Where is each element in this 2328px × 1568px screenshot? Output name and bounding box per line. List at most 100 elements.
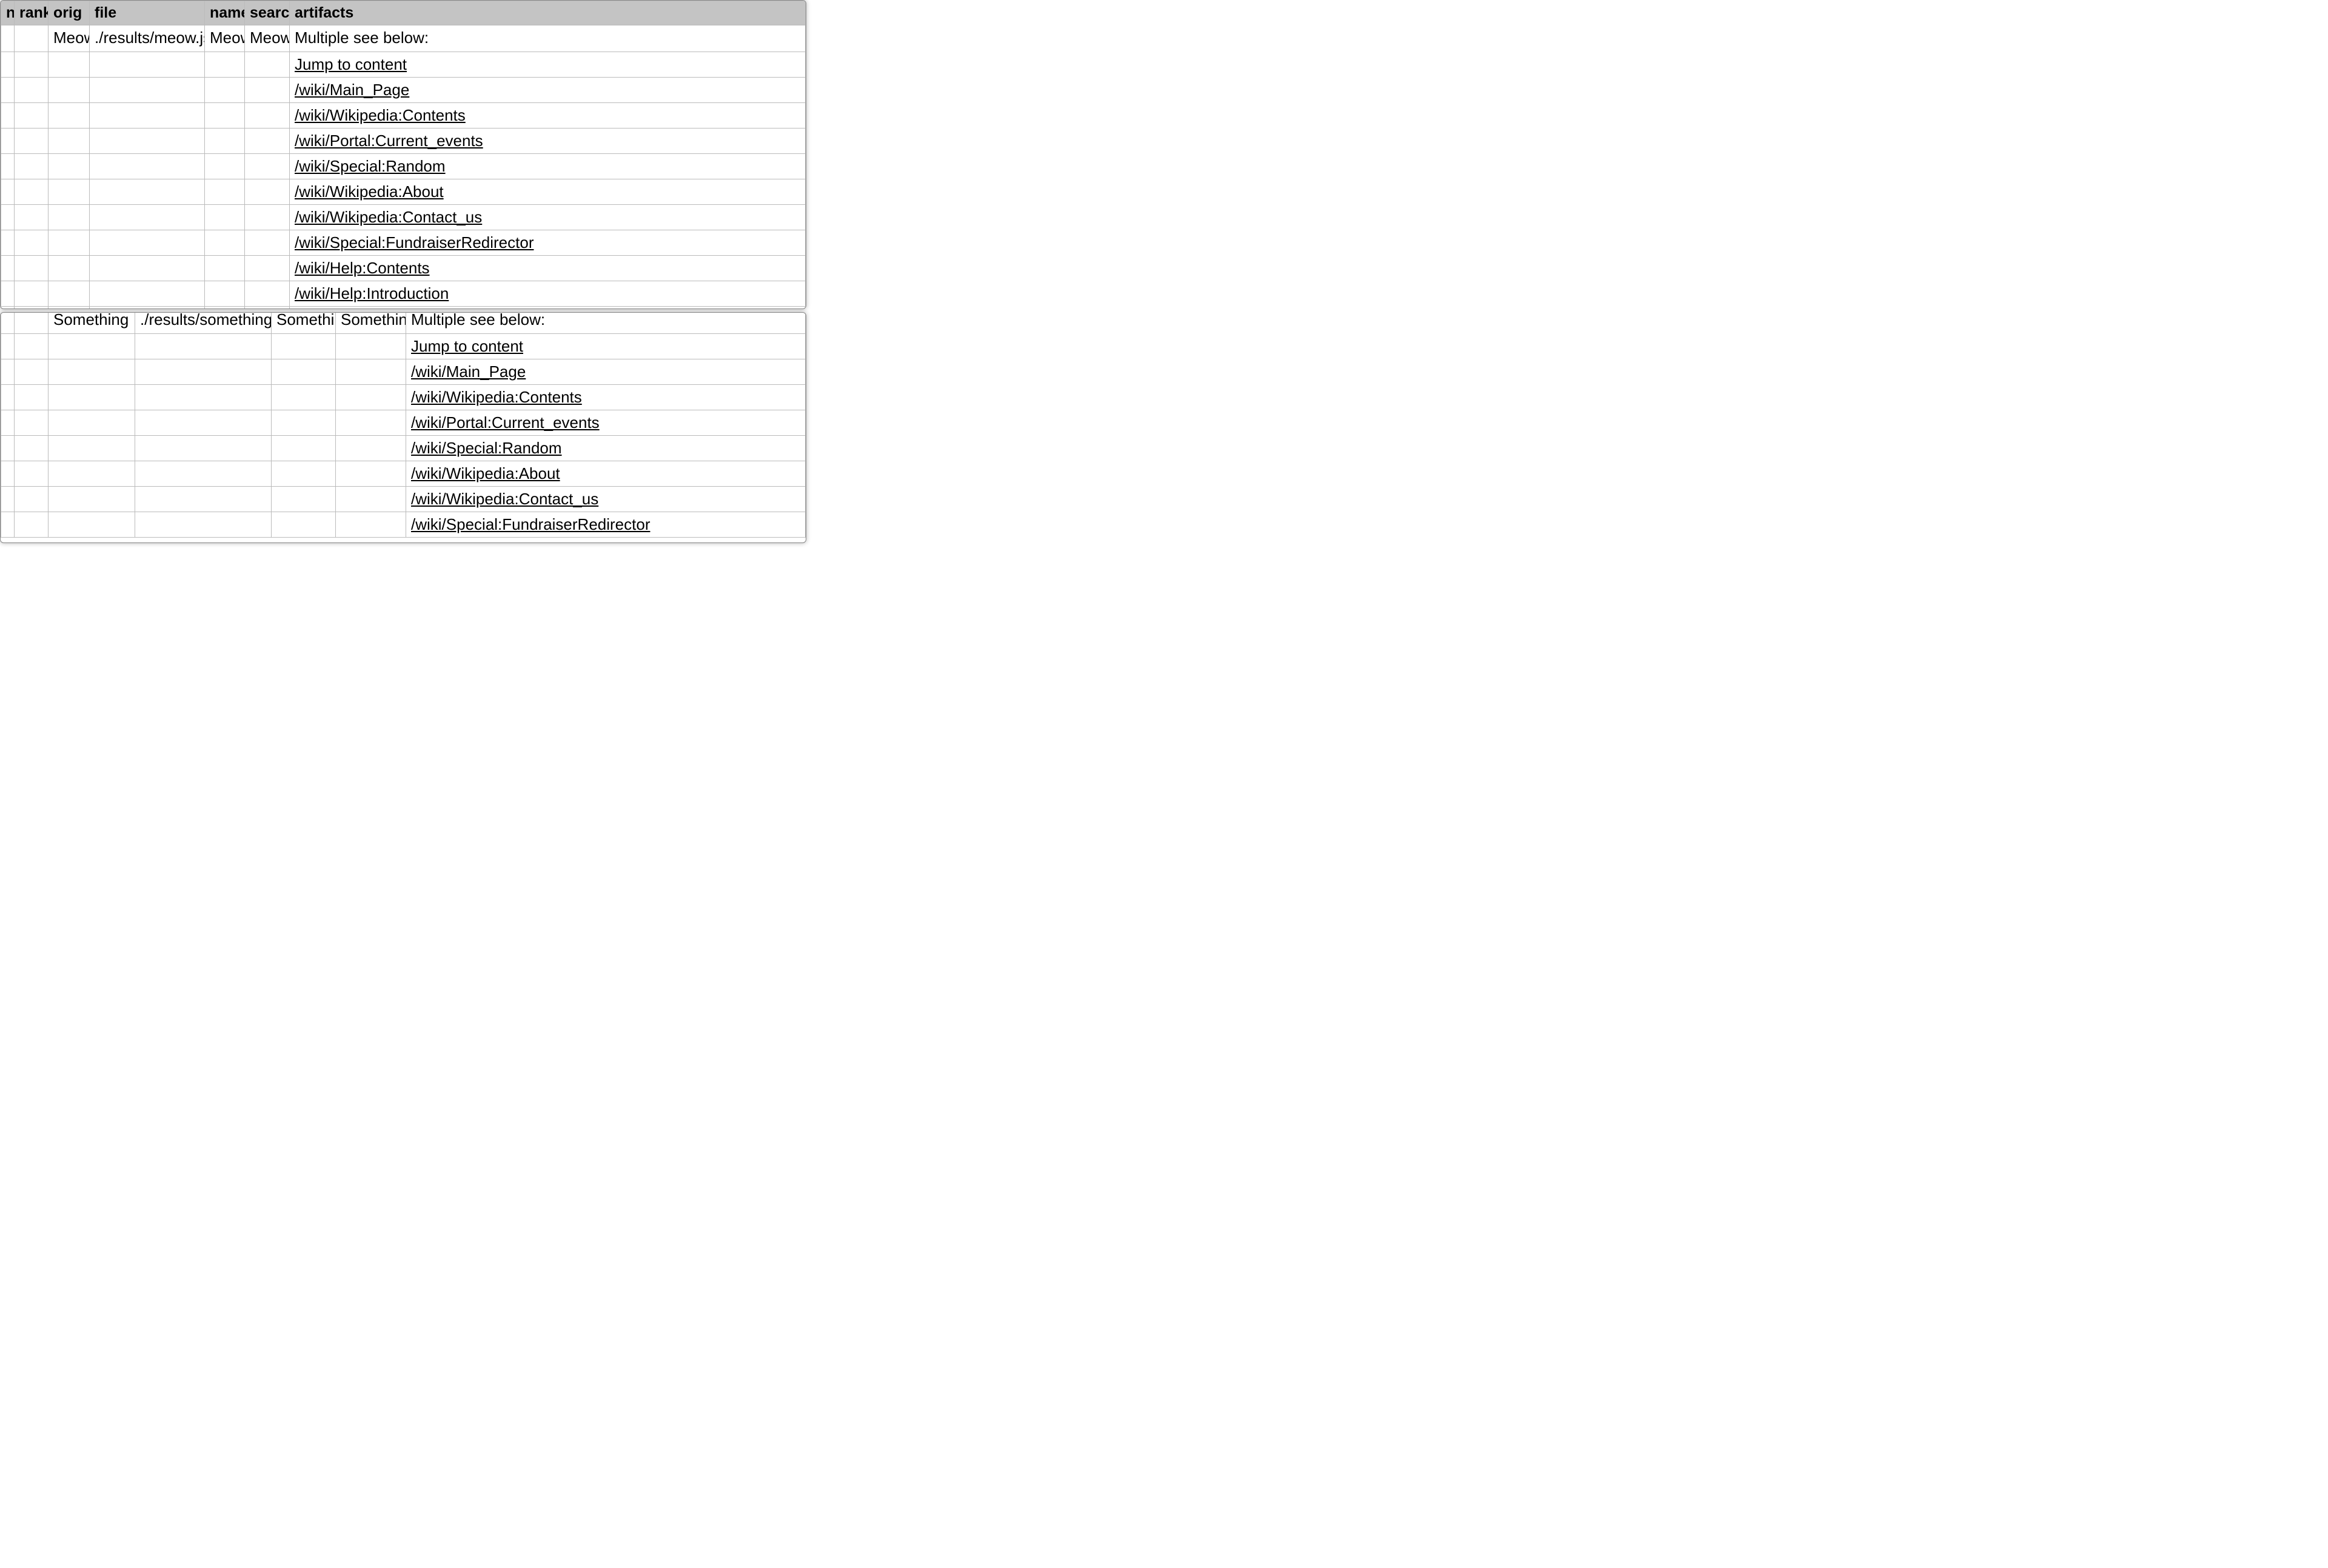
empty-cell bbox=[48, 78, 90, 103]
empty-cell bbox=[48, 154, 90, 179]
results-table-bottom: /wiki/MeowSomething./results/something.j… bbox=[1, 312, 806, 538]
col-header-file[interactable]: file bbox=[90, 1, 205, 25]
cell-artifact: /wiki/Help:Introduction bbox=[290, 281, 806, 307]
empty-cell bbox=[1, 52, 15, 78]
artifact-link[interactable]: /wiki/Main_Page bbox=[295, 81, 409, 99]
empty-cell bbox=[1, 128, 15, 154]
empty-cell bbox=[1, 359, 15, 385]
empty-cell bbox=[205, 281, 245, 307]
artifact-link[interactable]: /wiki/Help:Introduction bbox=[295, 284, 449, 302]
table-row: Jump to content bbox=[1, 334, 806, 359]
cell-artifact: /wiki/Wikipedia:Contents bbox=[290, 103, 806, 128]
artifact-link[interactable]: /wiki/Help:Contents bbox=[295, 259, 430, 277]
empty-cell bbox=[336, 512, 406, 538]
empty-cell bbox=[15, 410, 48, 436]
empty-cell bbox=[48, 256, 90, 281]
cell-artifacts-summary: Multiple see below: bbox=[406, 312, 806, 334]
artifact-link[interactable]: /wiki/Portal:Current_events bbox=[295, 132, 483, 150]
empty-cell bbox=[90, 128, 205, 154]
empty-cell bbox=[1, 154, 15, 179]
cell-artifacts-summary: Multiple see below: bbox=[290, 25, 806, 52]
empty-cell bbox=[90, 52, 205, 78]
empty-cell bbox=[90, 78, 205, 103]
table-row: /wiki/Help:Introduction bbox=[1, 281, 806, 307]
artifact-link[interactable]: /wiki/Wikipedia:Contents bbox=[411, 388, 582, 406]
artifact-link[interactable]: /wiki/Special:Random bbox=[295, 157, 446, 175]
cell-rank bbox=[15, 312, 48, 334]
artifact-link[interactable]: /wiki/Special:FundraiserRedirector bbox=[295, 233, 534, 252]
empty-cell bbox=[48, 385, 135, 410]
table-row: /wiki/Special:FundraiserRedirector bbox=[1, 512, 806, 538]
artifact-link[interactable]: /wiki/Special:Random bbox=[411, 439, 562, 457]
cell-artifact: Jump to content bbox=[406, 334, 806, 359]
empty-cell bbox=[1, 487, 15, 512]
artifact-link[interactable]: /wiki/Wikipedia:About bbox=[411, 464, 560, 482]
cell-name: Something bbox=[272, 312, 336, 334]
artifact-link[interactable]: /wiki/Wikipedia:About bbox=[295, 182, 444, 201]
empty-cell bbox=[272, 334, 336, 359]
cell-artifact: /wiki/Special:Random bbox=[406, 436, 806, 461]
empty-cell bbox=[1, 334, 15, 359]
empty-cell bbox=[272, 512, 336, 538]
empty-cell bbox=[48, 281, 90, 307]
empty-cell bbox=[15, 436, 48, 461]
artifact-link[interactable]: Jump to content bbox=[295, 55, 407, 73]
cell-n bbox=[1, 312, 15, 334]
artifact-link[interactable]: /wiki/Wikipedia:Contents bbox=[295, 106, 466, 124]
cell-artifact: /wiki/Special:FundraiserRedirector bbox=[290, 230, 806, 256]
empty-cell bbox=[90, 154, 205, 179]
cell-artifact: /wiki/Portal:Current_events bbox=[290, 128, 806, 154]
empty-cell bbox=[90, 256, 205, 281]
empty-cell bbox=[1, 461, 15, 487]
empty-cell bbox=[15, 512, 48, 538]
empty-cell bbox=[245, 103, 290, 128]
empty-cell bbox=[272, 487, 336, 512]
empty-cell bbox=[15, 487, 48, 512]
col-header-n[interactable]: n bbox=[1, 1, 15, 25]
cell-rank bbox=[15, 25, 48, 52]
col-header-name[interactable]: name bbox=[205, 1, 245, 25]
empty-cell bbox=[135, 410, 272, 436]
col-header-artifacts[interactable]: artifacts bbox=[290, 1, 806, 25]
cell-artifact: /wiki/Wikipedia:Community_portal bbox=[290, 307, 806, 310]
empty-cell bbox=[135, 436, 272, 461]
empty-cell bbox=[205, 128, 245, 154]
artifact-link[interactable]: /wiki/Portal:Current_events bbox=[411, 413, 600, 432]
empty-cell bbox=[48, 436, 135, 461]
artifact-link[interactable]: /wiki/Main_Page bbox=[411, 362, 526, 381]
cell-artifact: /wiki/Wikipedia:Contact_us bbox=[406, 487, 806, 512]
empty-cell bbox=[15, 103, 48, 128]
col-header-orig[interactable]: orig bbox=[48, 1, 90, 25]
cell-orig: Something bbox=[48, 312, 135, 334]
empty-cell bbox=[15, 154, 48, 179]
artifact-link[interactable]: Jump to content bbox=[411, 337, 523, 355]
empty-cell bbox=[135, 385, 272, 410]
col-header-rank[interactable]: rank bbox=[15, 1, 48, 25]
empty-cell bbox=[90, 281, 205, 307]
artifact-link[interactable]: /wiki/Wikipedia:Contact_us bbox=[295, 208, 482, 226]
cell-artifact: /wiki/Special:FundraiserRedirector bbox=[406, 512, 806, 538]
cell-n bbox=[1, 25, 15, 52]
empty-cell bbox=[48, 103, 90, 128]
empty-cell bbox=[15, 461, 48, 487]
cell-artifact: Jump to content bbox=[290, 52, 806, 78]
empty-cell bbox=[135, 461, 272, 487]
table-row: /wiki/Wikipedia:About bbox=[1, 461, 806, 487]
empty-cell bbox=[15, 230, 48, 256]
empty-cell bbox=[1, 410, 15, 436]
table-row: /wiki/Portal:Current_events bbox=[1, 410, 806, 436]
artifact-link[interactable]: /wiki/Special:FundraiserRedirector bbox=[411, 515, 650, 533]
col-header-search[interactable]: search bbox=[245, 1, 290, 25]
empty-cell bbox=[336, 334, 406, 359]
artifact-link[interactable]: /wiki/Wikipedia:Contact_us bbox=[411, 490, 598, 508]
empty-cell bbox=[1, 78, 15, 103]
empty-cell bbox=[245, 281, 290, 307]
empty-cell bbox=[245, 230, 290, 256]
table-row: /wiki/Wikipedia:Contents bbox=[1, 103, 806, 128]
empty-cell bbox=[48, 179, 90, 205]
empty-cell bbox=[48, 205, 90, 230]
empty-cell bbox=[245, 78, 290, 103]
empty-cell bbox=[15, 128, 48, 154]
results-table-top: n rank orig file name search artifacts M… bbox=[1, 1, 806, 309]
empty-cell bbox=[1, 179, 15, 205]
